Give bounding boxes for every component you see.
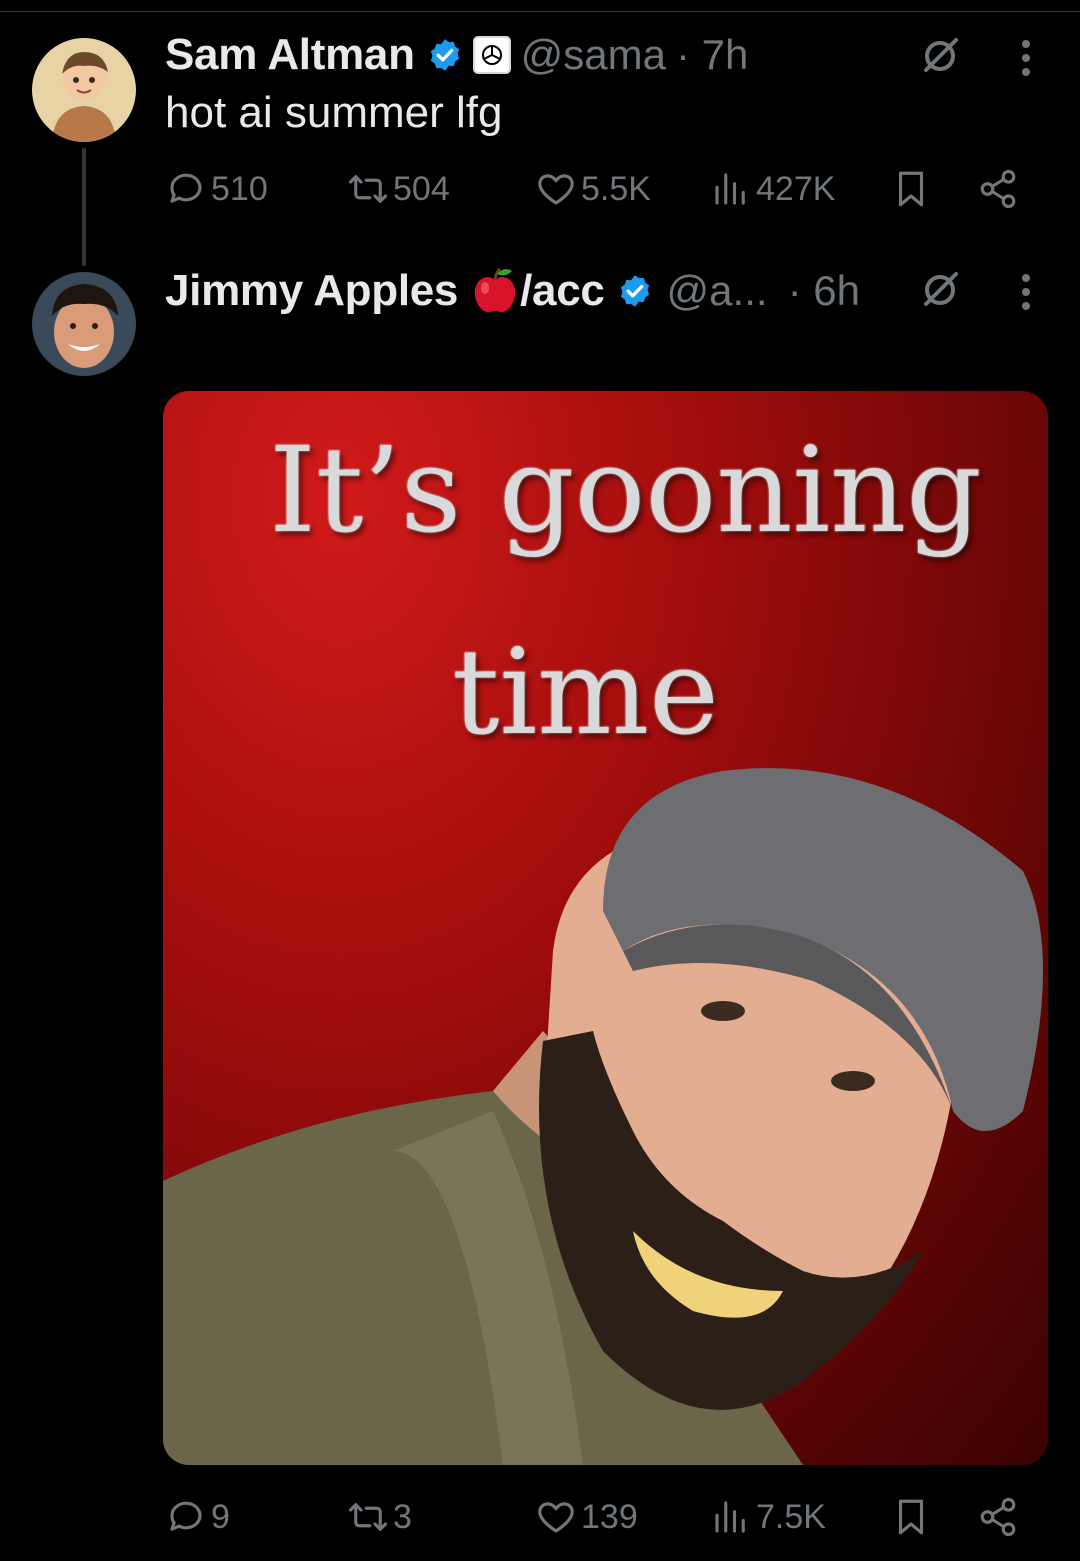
reply-count: 9 [211, 1497, 230, 1536]
tweet-time[interactable]: · 7h [676, 31, 748, 79]
name-suffix[interactable]: /acc [520, 266, 605, 316]
tweet-header-2: Jimmy Apples /acc @a... · 6h [165, 266, 860, 316]
like-button[interactable]: 5.5K [535, 168, 651, 210]
grok-icon[interactable] [918, 34, 962, 78]
author-name[interactable]: Sam Altman [165, 30, 415, 80]
share-icon [980, 1497, 1016, 1537]
reply-count: 510 [211, 169, 268, 208]
views-button[interactable]: 427K [710, 168, 835, 210]
repost-icon [348, 1503, 388, 1531]
tweet-text: hot ai summer lfg [165, 88, 503, 137]
grok-icon[interactable] [918, 268, 962, 312]
reply-icon [170, 1501, 202, 1531]
repost-button[interactable]: 504 [347, 168, 450, 210]
share-button[interactable] [977, 1496, 1023, 1538]
views-icon [715, 173, 745, 205]
meme-person-image [163, 768, 1043, 1465]
bookmark-button[interactable] [890, 1496, 936, 1538]
views-button[interactable]: 7.5K [710, 1496, 826, 1538]
top-divider [0, 11, 1080, 12]
repost-count: 3 [393, 1497, 412, 1536]
author-name[interactable]: Jimmy Apples [165, 266, 458, 316]
share-button[interactable] [977, 168, 1023, 210]
like-count: 5.5K [581, 169, 651, 208]
views-count: 7.5K [756, 1497, 826, 1536]
reply-button[interactable]: 510 [165, 168, 268, 210]
reply-button[interactable]: 9 [165, 1496, 230, 1538]
bookmark-icon [898, 171, 924, 207]
apple-emoji-icon [470, 266, 520, 316]
bookmark-button[interactable] [890, 168, 936, 210]
action-bar-1: 510 504 5.5K 427K [165, 168, 1045, 218]
author-handle[interactable]: @sama [521, 31, 666, 79]
like-count: 139 [581, 1497, 638, 1536]
like-button[interactable]: 139 [535, 1496, 638, 1538]
reply-icon [170, 173, 202, 203]
author-handle[interactable]: @a... [667, 267, 768, 315]
like-icon [538, 174, 574, 205]
bookmark-icon [898, 1499, 924, 1535]
repost-button[interactable]: 3 [347, 1496, 412, 1538]
more-icon[interactable] [1020, 38, 1032, 78]
repost-icon [348, 175, 388, 203]
repost-count: 504 [393, 169, 450, 208]
tweet-media-image[interactable]: It’s gooning time [163, 391, 1048, 1465]
verified-badge-icon [427, 37, 463, 73]
verified-badge-icon [617, 273, 653, 309]
thread-connector-line [82, 148, 86, 266]
more-icon[interactable] [1020, 272, 1032, 312]
avatar-sama[interactable] [32, 38, 136, 142]
tweet-header-1: Sam Altman @sama · 7h [165, 30, 748, 80]
views-icon [715, 1501, 745, 1533]
like-icon [538, 1502, 574, 1533]
openai-logo-icon[interactable] [472, 36, 511, 74]
views-count: 427K [756, 169, 836, 208]
action-bar-2: 9 3 139 7.5K [165, 1496, 1045, 1546]
avatar-jimmy-apples[interactable] [32, 272, 136, 376]
tweet-time[interactable]: · 6h [788, 267, 860, 315]
share-icon [980, 169, 1016, 209]
